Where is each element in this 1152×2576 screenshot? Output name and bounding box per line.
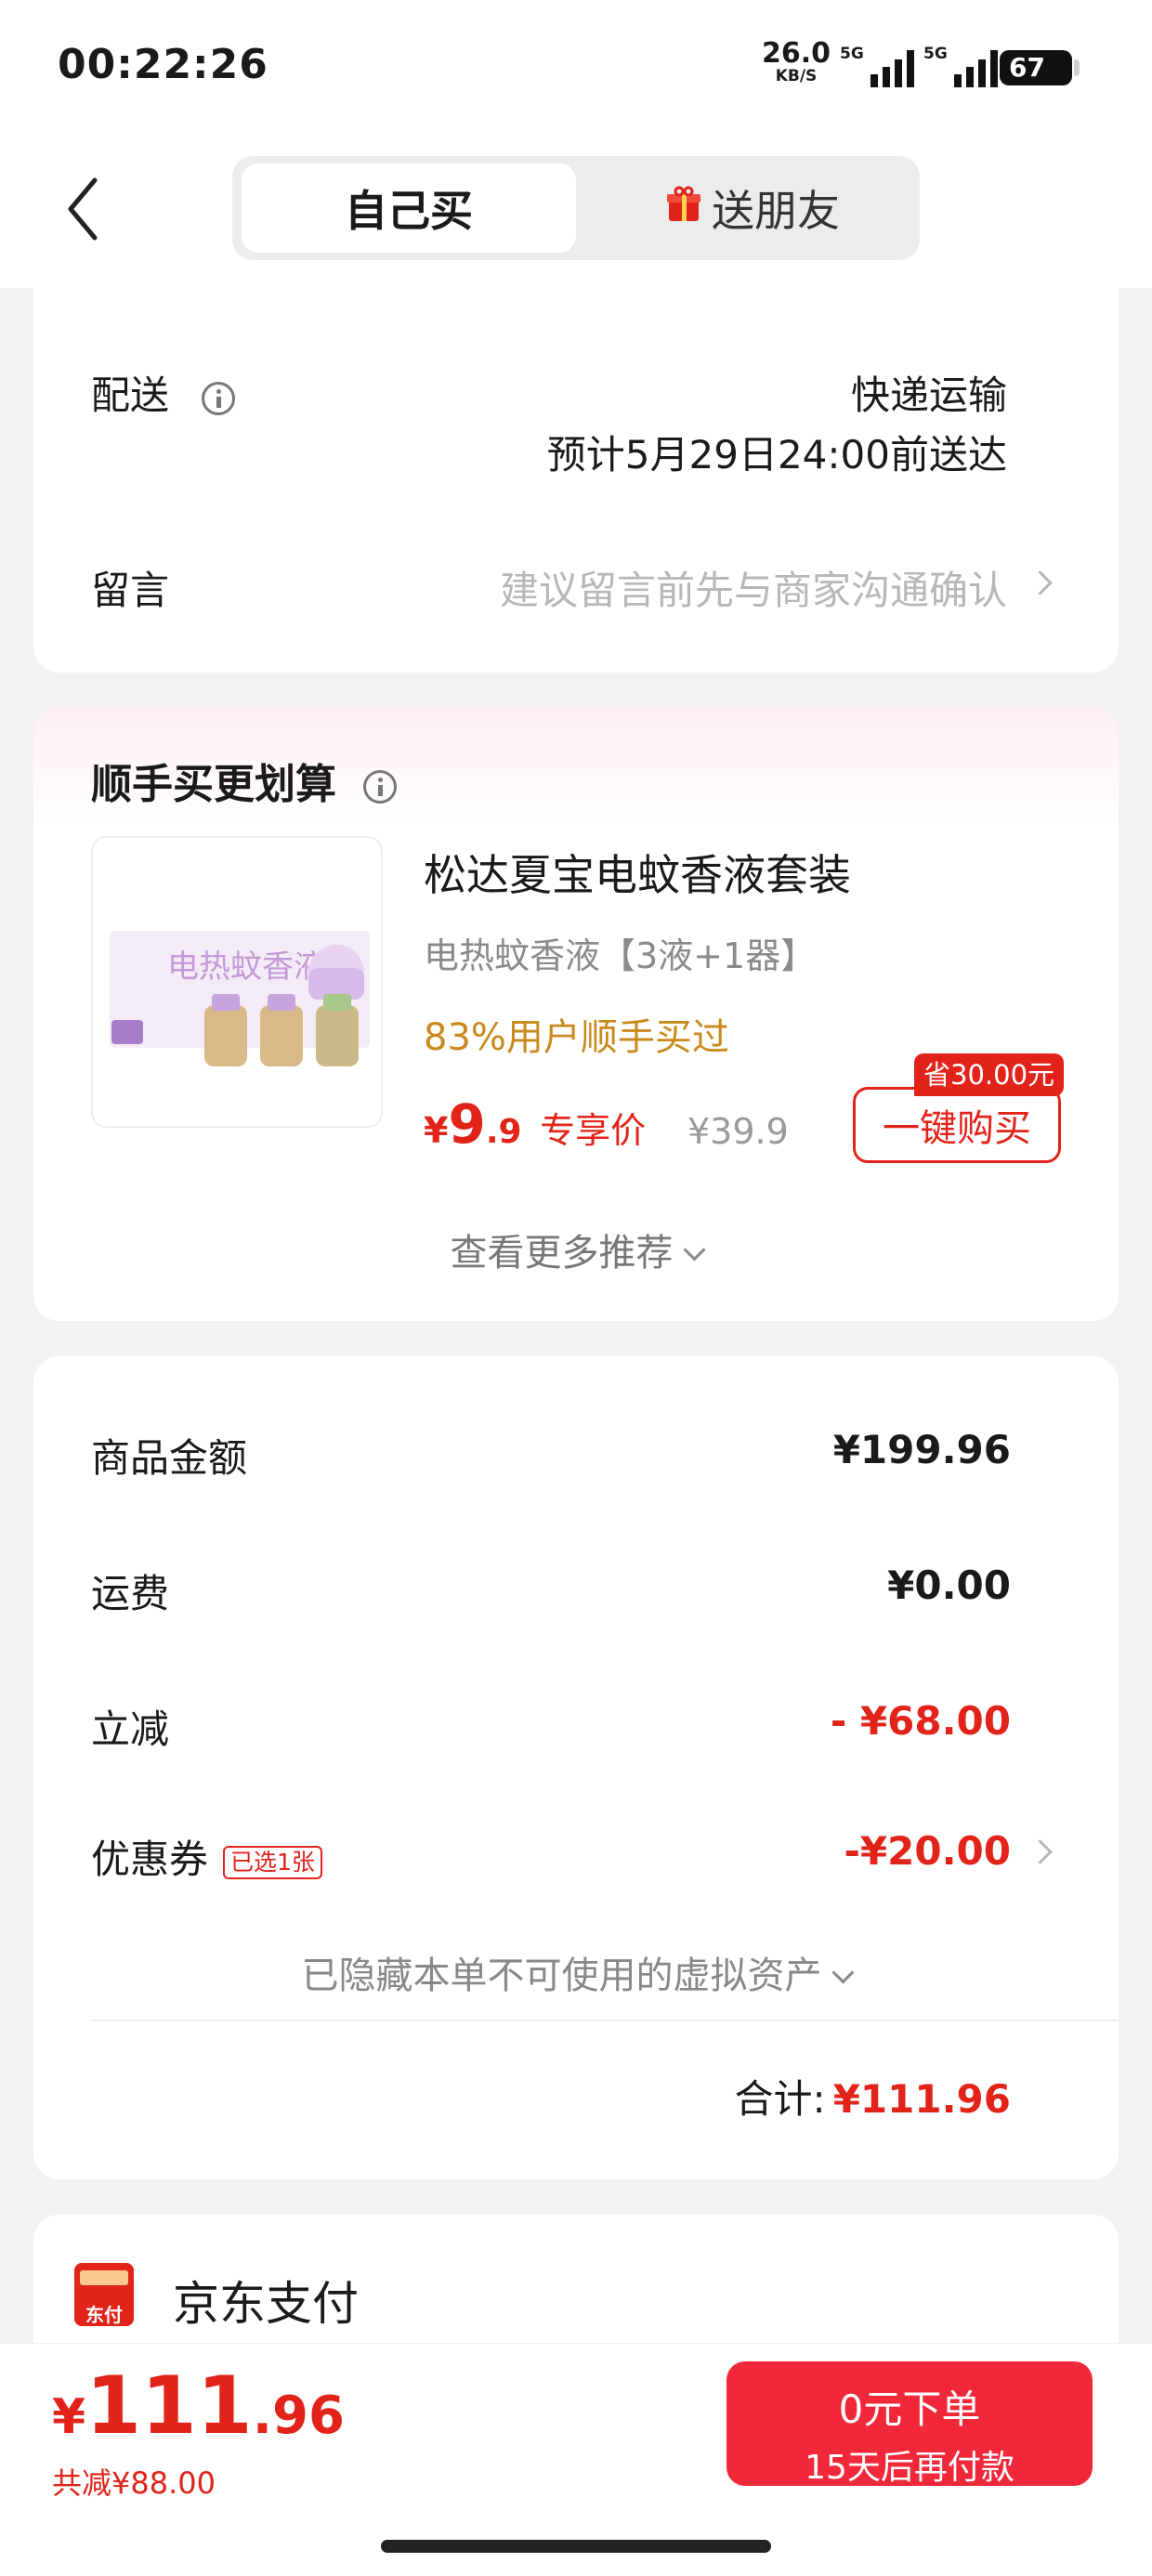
addon-original-price: ¥39.9 xyxy=(687,1111,789,1152)
battery-level: 67 xyxy=(1009,52,1045,83)
info-icon[interactable] xyxy=(363,770,398,804)
battery-icon: 67 xyxy=(1000,50,1080,85)
addon-price: ¥9.9 专享价 xyxy=(424,1092,646,1156)
summary-coupon-value[interactable]: -¥20.00 xyxy=(844,1828,1011,1874)
checkout-button[interactable]: 0元下单 15天后再付款 xyxy=(727,2361,1093,2487)
home-indicator[interactable] xyxy=(381,2540,771,2553)
delivery-label-text: 配送 xyxy=(91,373,170,418)
addon-title: 顺手买更划算 xyxy=(91,751,398,810)
more-recommendations-text: 查看更多推荐 xyxy=(450,1232,674,1275)
delivery-eta: 预计5月29日24:00前送达 xyxy=(546,432,1007,477)
summary-goods-label: 商品金额 xyxy=(91,1435,248,1481)
message-input[interactable]: 建议留言前先与商家沟通确认 xyxy=(500,559,1007,616)
product-image[interactable]: 电热蚊香液 xyxy=(91,836,383,1128)
summary-total: 合计: ¥111.96 xyxy=(735,2068,1011,2125)
addon-product-name[interactable]: 松达夏宝电蚊香液套装 xyxy=(424,842,851,903)
delivery-label: 配送 xyxy=(91,364,236,421)
network-speed: 26.0 KB/S xyxy=(762,40,831,86)
summary-discount-label: 立减 xyxy=(91,1706,170,1752)
status-time: 00:22:26 xyxy=(58,41,268,88)
gift-icon xyxy=(665,183,702,233)
tab-send-friend-label: 送朋友 xyxy=(712,186,840,236)
more-recommendations-link[interactable]: 查看更多推荐 xyxy=(0,1223,1152,1276)
addon-price-int: 9 xyxy=(448,1092,486,1156)
divider xyxy=(91,2020,1119,2021)
summary-coupon-label-text: 优惠券 xyxy=(91,1837,209,1882)
chevron-down-icon xyxy=(682,1238,706,1262)
summary-discount-value: - ¥68.00 xyxy=(830,1698,1011,1744)
tab-buy-self[interactable]: 自己买 xyxy=(242,163,576,253)
bottom-total-price: ¥111.96 xyxy=(52,2360,345,2452)
chevron-down-icon xyxy=(831,1961,855,1984)
addon-price-dec: .9 xyxy=(485,1113,522,1151)
checkout-main-label: 0元下单 xyxy=(838,2386,981,2432)
jd-pay-icon: 东付 xyxy=(74,2263,134,2326)
summary-goods-value: ¥199.96 xyxy=(832,1427,1011,1472)
addon-price-symbol: ¥ xyxy=(424,1110,449,1151)
addon-social-proof: 83%用户顺手买过 xyxy=(424,1016,729,1059)
back-icon[interactable] xyxy=(65,177,102,242)
summary-coupon-label[interactable]: 优惠券 已选1张 xyxy=(91,1828,322,1885)
hidden-assets-text: 已隐藏本单不可使用的虚拟资产 xyxy=(301,1955,822,1997)
tab-send-friend[interactable]: 送朋友 xyxy=(595,163,910,253)
summary-total-label: 合计: xyxy=(734,2076,826,2122)
info-icon[interactable] xyxy=(202,381,236,415)
message-label: 留言 xyxy=(91,568,170,613)
addon-title-text: 顺手买更划算 xyxy=(91,761,336,808)
total-saved-label: 共减¥88.00 xyxy=(52,2465,216,2501)
addon-price-label: 专享价 xyxy=(540,1110,647,1151)
bottom-price-dec: .96 xyxy=(252,2386,345,2446)
sim2-label: 5G xyxy=(923,45,948,63)
summary-total-value: ¥111.96 xyxy=(832,2076,1011,2122)
signal-icon-2: 5G xyxy=(923,45,998,87)
addon-product-spec: 电热蚊香液【3液+1器】 xyxy=(424,935,817,976)
save-badge: 省30.00元 xyxy=(914,1053,1065,1096)
payment-method-label[interactable]: 京东支付 xyxy=(173,2267,359,2334)
coupon-selected-badge: 已选1张 xyxy=(223,1845,322,1879)
bottom-price-symbol: ¥ xyxy=(52,2389,86,2445)
bottom-price-int: 111 xyxy=(85,2360,253,2452)
product-image-text: 电热蚊香液 xyxy=(167,948,325,986)
hidden-assets-toggle[interactable]: 已隐藏本单不可使用的虚拟资产 xyxy=(0,1945,1152,1999)
sim1-label: 5G xyxy=(840,45,864,63)
jd-pay-icon-text: 东付 xyxy=(85,2304,123,2326)
signal-icon: 5G xyxy=(840,45,914,87)
one-click-buy-button[interactable]: 一键购买 xyxy=(853,1087,1061,1163)
checkout-sub-label: 15天后再付款 xyxy=(805,2449,1015,2487)
summary-shipping-label: 运费 xyxy=(91,1571,170,1616)
network-speed-unit: KB/S xyxy=(775,67,818,85)
network-speed-value: 26.0 xyxy=(762,37,831,70)
delivery-method: 快递运输 xyxy=(850,373,1007,418)
tab-buy-self-label: 自己买 xyxy=(345,186,473,236)
summary-shipping-value: ¥0.00 xyxy=(887,1563,1011,1608)
